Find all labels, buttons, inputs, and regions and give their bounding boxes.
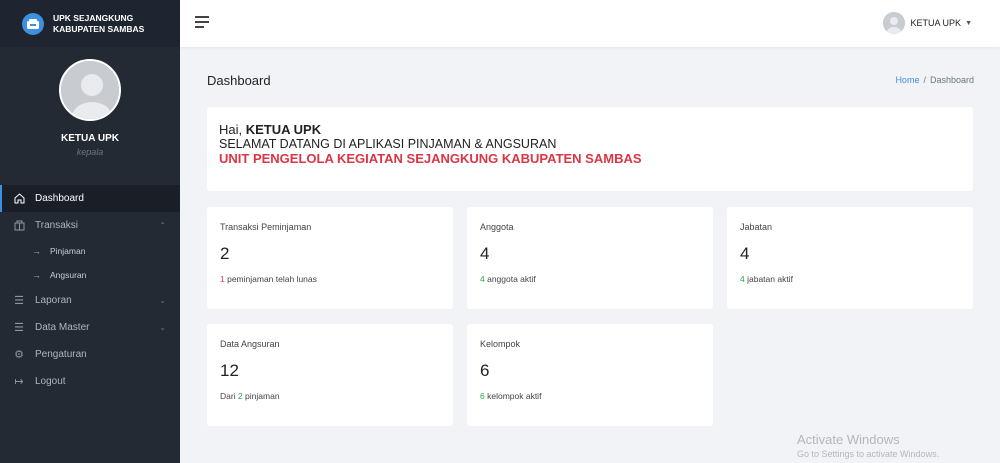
sidebar-item-label: Dashboard: [35, 193, 84, 204]
welcome-greeting: Hai, KETUA UPK: [219, 123, 961, 137]
sidebar-profile: KETUA UPK kepala: [0, 47, 180, 173]
chevron-up-icon: ⌃: [159, 221, 166, 230]
welcome-card: Hai, KETUA UPK SELAMAT DATANG DI APLIKAS…: [207, 107, 973, 191]
sidebar: UPK SEJANGKUNG KABUPATEN SAMBAS KETUA UP…: [0, 0, 180, 463]
sidebar-item-label: Data Master: [35, 322, 90, 333]
profile-name: KETUA UPK: [61, 133, 119, 144]
user-name: KETUA UPK: [910, 18, 962, 28]
brand-text: UPK SEJANGKUNG KABUPATEN SAMBAS: [53, 13, 144, 35]
list-icon: ☰: [14, 322, 24, 334]
card-footer-text: anggota aktif: [484, 274, 536, 284]
brand-logo-icon: [22, 12, 44, 35]
sidebar-item-dashboard[interactable]: Dashboard: [0, 185, 180, 212]
sidebar-item-label: Angsuran: [50, 270, 87, 280]
sidebar-item-transaksi[interactable]: Transaksi ⌃: [0, 212, 180, 239]
activate-windows-watermark: Activate Windows Go to Settings to activ…: [797, 432, 939, 459]
sidebar-item-data-master[interactable]: ☰ Data Master ⌄: [0, 314, 180, 341]
card-footer: Dari 2 pinjaman: [220, 391, 440, 401]
card-value: 2: [220, 244, 230, 263]
card-title: Kelompok: [480, 339, 521, 349]
welcome-subtitle: SELAMAT DATANG DI APLIKASI PINJAMAN & AN…: [219, 137, 557, 151]
card-title: Data Angsuran: [220, 339, 280, 349]
home-icon: [12, 192, 26, 206]
brand-line1: UPK SEJANGKUNG: [53, 12, 134, 23]
card-footer-prefix: Dari: [220, 391, 238, 401]
brand-line2: KABUPATEN SAMBAS: [53, 23, 145, 34]
watermark-title: Activate Windows: [797, 432, 900, 447]
sidebar-item-label: Pinjaman: [50, 246, 86, 256]
card-value: 6: [480, 361, 490, 380]
chevron-down-icon: ▼: [965, 19, 972, 27]
watermark-subtitle: Go to Settings to activate Windows.: [797, 449, 940, 459]
avatar: [882, 12, 905, 34]
sidebar-item-label: Transaksi: [35, 220, 78, 231]
sidebar-item-pengaturan[interactable]: ⚙ Pengaturan: [0, 341, 180, 368]
card-footer-text: peminjaman telah lunas: [224, 274, 317, 284]
card-value: 4: [480, 244, 490, 263]
card-footer-text: jabatan aktif: [744, 274, 793, 284]
logout-icon: ↦: [14, 376, 24, 388]
stat-card-anggota: Anggota 4 4 anggota aktif: [467, 207, 713, 309]
card-title: Jabatan: [740, 222, 773, 232]
sidebar-item-laporan[interactable]: ☰ Laporan ⌄: [0, 287, 180, 314]
transaction-icon: [12, 219, 26, 233]
page-title: Dashboard: [207, 73, 271, 88]
card-footer: 4 jabatan aktif: [740, 274, 960, 284]
stat-card-data-angsuran: Data Angsuran 12 Dari 2 pinjaman: [207, 324, 453, 426]
card-footer: 4 anggota aktif: [480, 274, 700, 284]
card-footer: 6 kelompok aktif: [480, 391, 700, 401]
chevron-down-icon: ⌄: [159, 296, 166, 305]
card-footer-text: kelompok aktif: [484, 391, 542, 401]
breadcrumb-home-link[interactable]: Home: [895, 75, 919, 85]
brand[interactable]: UPK SEJANGKUNG KABUPATEN SAMBAS: [0, 0, 180, 47]
profile-role: kepala: [76, 147, 104, 157]
card-value: 4: [740, 244, 750, 263]
arrow-right-icon: →: [32, 270, 41, 280]
greeting-name: KETUA UPK: [245, 122, 322, 137]
list-icon: ☰: [14, 295, 24, 307]
sidebar-item-label: Pengaturan: [35, 349, 87, 360]
breadcrumb-separator: /: [923, 75, 926, 85]
sidebar-menu: Dashboard Transaksi ⌃ → Pinjaman → Angsu…: [0, 185, 180, 395]
card-footer-text: pinjaman: [242, 391, 280, 401]
sidebar-subitem-pinjaman[interactable]: → Pinjaman: [0, 239, 180, 263]
stat-card-kelompok: Kelompok 6 6 kelompok aktif: [467, 324, 713, 426]
card-footer: 1 peminjaman telah lunas: [220, 274, 440, 284]
hamburger-menu-icon[interactable]: [195, 16, 209, 31]
topbar: KETUA UPK ▼: [180, 0, 1000, 47]
arrow-right-icon: →: [32, 246, 41, 256]
breadcrumb-current: Dashboard: [929, 75, 974, 85]
stat-card-transaksi-peminjaman: Transaksi Peminjaman 2 1 peminjaman tela…: [207, 207, 453, 309]
sidebar-item-label: Laporan: [35, 295, 72, 306]
stat-card-jabatan: Jabatan 4 4 jabatan aktif: [727, 207, 973, 309]
card-title: Anggota: [480, 222, 514, 232]
user-menu[interactable]: KETUA UPK ▼: [882, 12, 972, 34]
welcome-org-name: UNIT PENGELOLA KEGIATAN SEJANGKUNG KABUP…: [219, 151, 642, 166]
card-title: Transaksi Peminjaman: [220, 222, 312, 232]
greeting-text: Hai,: [219, 122, 243, 137]
avatar: [59, 59, 121, 121]
chevron-down-icon: ⌄: [159, 323, 166, 332]
gear-icon: ⚙: [14, 349, 24, 361]
sidebar-item-logout[interactable]: ↦ Logout: [0, 368, 180, 395]
sidebar-item-label: Logout: [35, 376, 66, 387]
breadcrumb: Home / Dashboard: [895, 75, 974, 85]
sidebar-subitem-angsuran[interactable]: → Angsuran: [0, 263, 180, 287]
card-value: 12: [220, 361, 239, 380]
